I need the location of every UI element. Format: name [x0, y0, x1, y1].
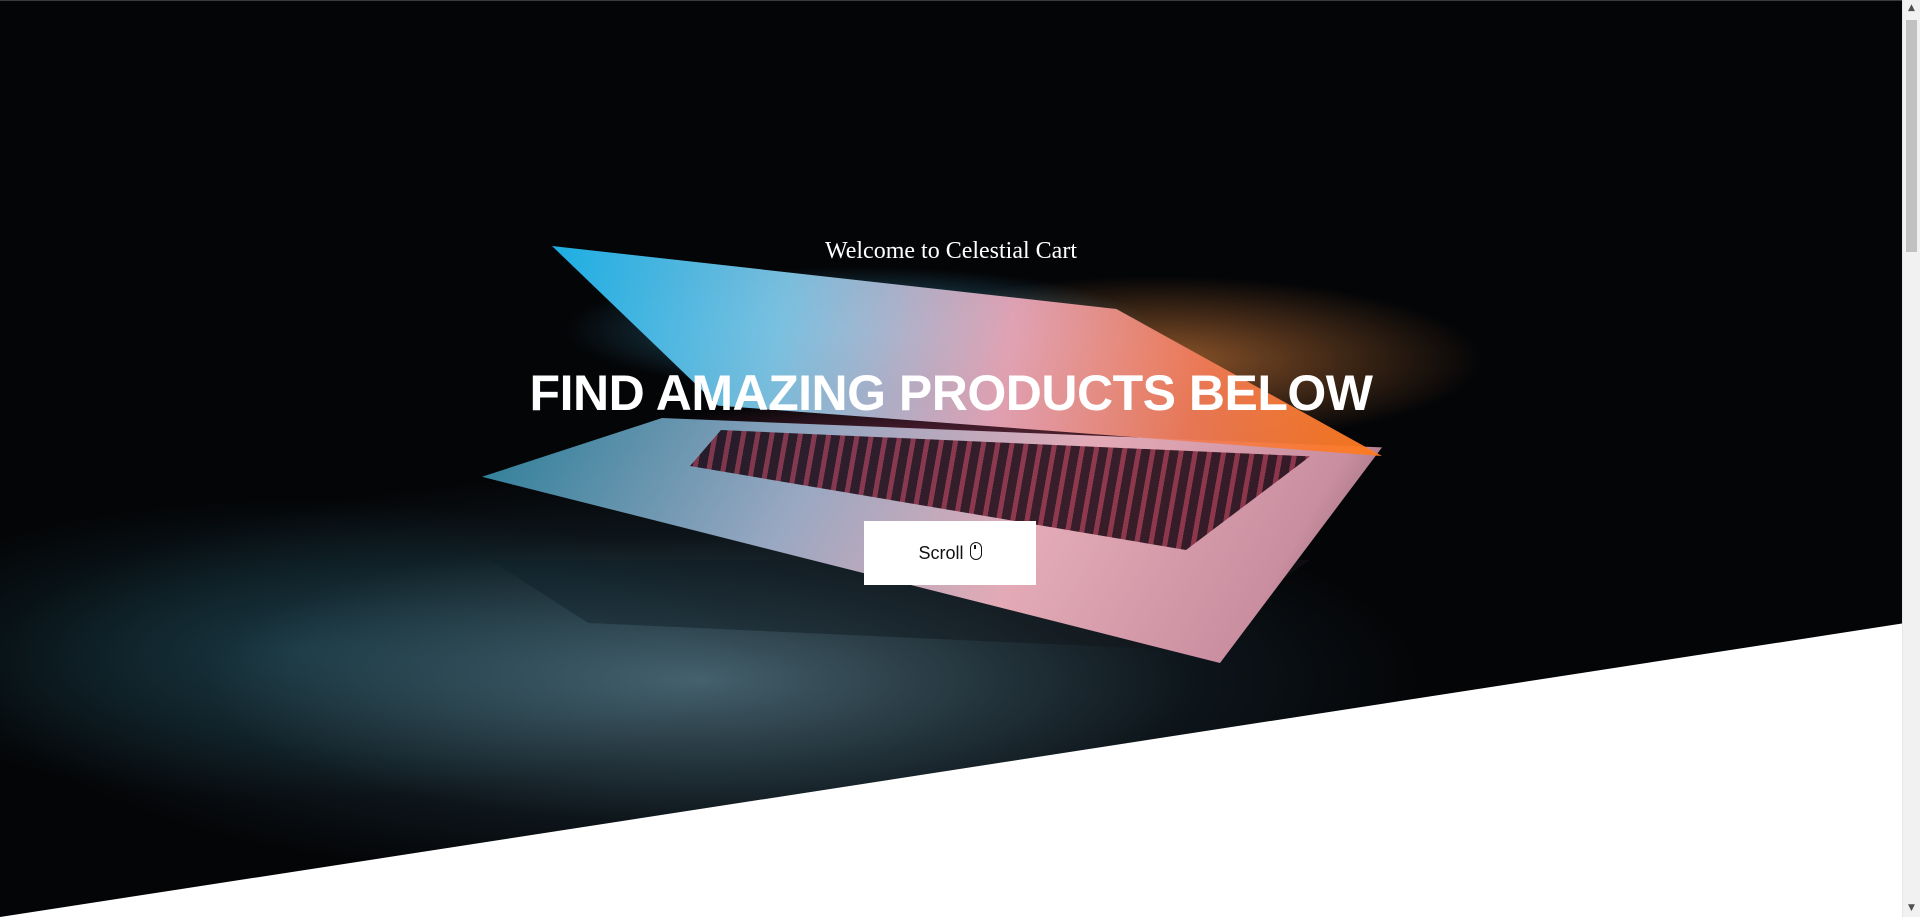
hero-headline: FIND AMAZING PRODUCTS BELOW — [529, 365, 1373, 421]
page-viewport: Welcome to Celestial Cart FIND AMAZING P… — [0, 0, 1902, 917]
mouse-icon — [969, 542, 982, 560]
scroll-button-label: Scroll — [918, 542, 964, 563]
scrollbar-thumb[interactable] — [1906, 20, 1917, 252]
vertical-scrollbar[interactable]: ▲ ▼ — [1902, 0, 1920, 917]
scroll-down-arrow-icon[interactable]: ▼ — [1903, 900, 1920, 917]
hero-content: Welcome to Celestial Cart FIND AMAZING P… — [0, 0, 1902, 917]
welcome-text: Welcome to Celestial Cart — [825, 238, 1077, 264]
scroll-up-arrow-icon[interactable]: ▲ — [1903, 0, 1920, 17]
top-border — [0, 0, 1902, 1]
scroll-button[interactable]: Scroll — [864, 521, 1036, 585]
